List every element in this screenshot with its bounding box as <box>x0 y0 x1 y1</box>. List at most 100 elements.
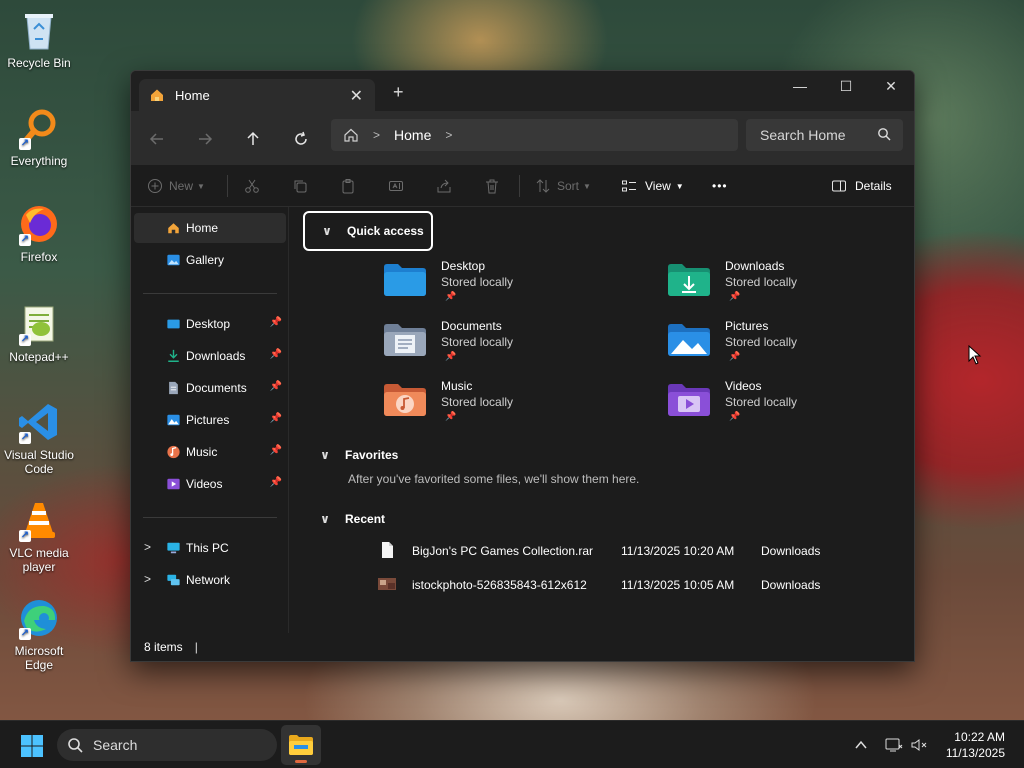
videos-icon <box>167 478 180 490</box>
arrow-up-icon <box>247 131 259 145</box>
table-row[interactable]: BigJon's PC Games Collection.rar 11/13/2… <box>378 540 828 562</box>
item-count: 8 items <box>144 640 183 654</box>
sidebar-item-label: Network <box>186 573 231 587</box>
chevron-down-icon: ▼ <box>675 181 684 191</box>
system-clock[interactable]: 10:22 AM 11/13/2025 <box>946 729 1005 761</box>
close-window-button[interactable]: ✕ <box>868 71 914 101</box>
search-icon <box>878 128 891 141</box>
desktop-icon-label: Notepad++ <box>9 350 69 364</box>
sidebar-item-videos[interactable]: Videos 📌 <box>134 469 286 499</box>
command-bar: New ▼ Sort ▼ View ▼ ••• Details <box>131 165 914 207</box>
clipboard-icon <box>342 179 354 194</box>
pin-icon[interactable]: 📌 <box>270 381 282 392</box>
taskbar-file-explorer-button[interactable] <box>281 725 321 765</box>
documents-icon <box>169 381 178 395</box>
table-row[interactable]: istockphoto-526835843-612x612 11/13/2025… <box>378 574 828 596</box>
vlc-icon: ↗ <box>17 498 61 542</box>
trash-icon <box>486 179 498 194</box>
chevron-right-icon: > <box>373 128 381 142</box>
sidebar-item-label: Downloads <box>186 349 246 363</box>
recent-list: BigJon's PC Games Collection.rar 11/13/2… <box>290 206 910 626</box>
desktop-icon-label: Visual Studio Code <box>4 448 74 476</box>
tab-home[interactable]: Home ✕ <box>139 79 375 111</box>
arrow-left-icon <box>149 133 163 145</box>
desktop-icon-notepadpp[interactable]: ↗ Notepad++ <box>2 302 76 364</box>
desktop-icon-label: Everything <box>10 154 68 168</box>
view-button[interactable]: View ▼ <box>621 165 684 207</box>
more-options-button[interactable]: ••• <box>712 165 728 207</box>
minimize-button[interactable]: — <box>777 71 823 101</box>
everything-search-icon: ↗ <box>17 106 61 150</box>
sort-button[interactable]: Sort ▼ <box>535 165 591 207</box>
sidebar-item-home[interactable]: Home <box>134 213 286 243</box>
close-tab-icon[interactable]: ✕ <box>350 86 363 106</box>
desktop-icon-recycle-bin[interactable]: Recycle Bin <box>2 8 76 70</box>
chevron-right-icon[interactable]: > <box>144 572 151 586</box>
paste-button[interactable] <box>340 165 356 207</box>
maximize-button[interactable]: ☐ <box>823 71 869 101</box>
search-input[interactable]: Search Home <box>746 119 903 151</box>
sidebar-item-network[interactable]: > Network <box>134 565 286 595</box>
edge-icon: ↗ <box>17 596 61 640</box>
show-hidden-icons-button[interactable] <box>854 721 868 768</box>
desktop-icon-vlc[interactable]: ↗ VLC media player <box>2 498 76 574</box>
shortcut-arrow-icon: ↗ <box>19 530 31 542</box>
pin-icon[interactable]: 📌 <box>270 445 282 456</box>
taskbar-search-box[interactable]: Search <box>57 729 277 761</box>
navigation-pane: Home Gallery Desktop 📌 Downloads 📌 Docum… <box>131 207 289 633</box>
network-status-button[interactable] <box>885 721 903 768</box>
volume-button[interactable] <box>910 721 928 768</box>
share-icon <box>437 179 451 193</box>
status-divider: | <box>194 640 198 654</box>
copy-button[interactable] <box>292 165 308 207</box>
pin-icon[interactable]: 📌 <box>270 413 282 424</box>
chevron-right-icon[interactable]: > <box>144 540 151 554</box>
home-icon <box>168 223 179 234</box>
pin-icon[interactable]: 📌 <box>270 477 282 488</box>
refresh-button[interactable] <box>287 125 315 153</box>
breadcrumb-item-home[interactable]: Home <box>394 127 431 143</box>
speaker-muted-icon <box>911 739 927 751</box>
file-date: 11/13/2025 10:05 AM <box>621 578 735 592</box>
details-button[interactable]: Details <box>831 165 892 207</box>
rename-button[interactable] <box>388 165 404 207</box>
sidebar-item-label: Home <box>186 221 219 235</box>
pin-icon[interactable]: 📌 <box>270 317 282 328</box>
mouse-cursor-icon <box>968 345 982 365</box>
file-date: 11/13/2025 10:20 AM <box>621 544 735 558</box>
home-icon <box>151 89 163 101</box>
firefox-icon: ↗ <box>17 202 61 246</box>
clock-time: 10:22 AM <box>954 730 1005 744</box>
sidebar-item-this-pc[interactable]: > This PC <box>134 533 286 563</box>
breadcrumb[interactable]: > Home > <box>331 119 738 151</box>
windows-start-icon[interactable] <box>20 734 44 758</box>
sidebar-item-pictures[interactable]: Pictures 📌 <box>134 405 286 435</box>
notepad-plus-plus-icon: ↗ <box>17 302 61 346</box>
sidebar-item-music[interactable]: Music 📌 <box>134 437 286 467</box>
sidebar-item-downloads[interactable]: Downloads 📌 <box>134 341 286 371</box>
desktop-icon-edge[interactable]: ↗ Microsoft Edge <box>2 596 76 672</box>
back-button[interactable] <box>143 125 171 153</box>
new-button[interactable]: New ▼ <box>147 165 205 207</box>
cut-button[interactable] <box>244 165 260 207</box>
sidebar-item-documents[interactable]: Documents 📌 <box>134 373 286 403</box>
forward-button[interactable] <box>191 125 219 153</box>
file-icon <box>382 542 393 558</box>
up-button[interactable] <box>239 125 267 153</box>
sidebar-item-gallery[interactable]: Gallery <box>134 245 286 275</box>
pictures-icon <box>167 414 180 426</box>
view-label: View <box>645 179 671 193</box>
desktop-icon-everything[interactable]: ↗ Everything <box>2 106 76 168</box>
new-tab-button[interactable]: + <box>393 82 404 103</box>
delete-button[interactable] <box>484 165 500 207</box>
rename-icon <box>389 181 403 191</box>
vscode-icon: ↗ <box>17 400 61 444</box>
sidebar-item-desktop[interactable]: Desktop 📌 <box>134 309 286 339</box>
details-pane-icon <box>832 180 846 192</box>
chevron-down-icon: ▼ <box>197 181 205 191</box>
share-button[interactable] <box>436 165 452 207</box>
desktop-icon-vscode[interactable]: ↗ Visual Studio Code <box>2 400 76 476</box>
pin-icon[interactable]: 📌 <box>270 349 282 360</box>
details-label: Details <box>855 179 892 193</box>
desktop-icon-firefox[interactable]: ↗ Firefox <box>2 202 76 264</box>
